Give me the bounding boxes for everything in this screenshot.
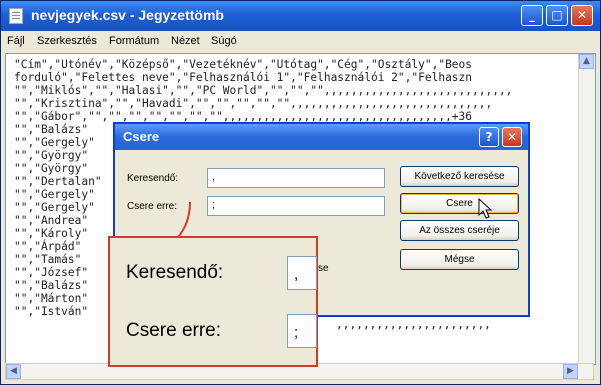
window-titlebar[interactable]: nevjegyek.csv - Jegyzettömb _ □ ✕ [1, 1, 600, 31]
text-line: "","Gergely" [14, 188, 95, 201]
text-line: "","Márton" [14, 292, 89, 305]
close-button[interactable]: ✕ [571, 5, 593, 26]
menu-bar: Fájl Szerkesztés Formátum Nézet Súgó [1, 31, 600, 51]
text-line: forduló","Felettes neve","Felhasználói 1… [14, 71, 473, 84]
text-line: "","Árpád" [14, 240, 82, 253]
dialog-title: Csere [123, 129, 160, 144]
zoom-find-label: Keresendő: [126, 262, 224, 283]
zoom-replace-label: Csere erre: [126, 320, 222, 341]
menu-file[interactable]: Fájl [7, 35, 25, 47]
menu-view[interactable]: Nézet [171, 35, 200, 47]
scroll-up-icon[interactable]: ▲ [579, 54, 594, 69]
text-line: "","Balázs" [14, 123, 89, 136]
replace-all-button[interactable]: Az összes cseréje [400, 220, 519, 241]
find-next-button[interactable]: Következő keresése [400, 166, 519, 187]
text-line: "","Tamás" [14, 253, 82, 266]
help-button[interactable]: ? [479, 127, 499, 147]
replace-button[interactable]: Csere [400, 193, 519, 214]
text-line: "","József" [14, 266, 89, 279]
text-line: "","Balázs" [14, 279, 89, 292]
zoom-replace-input: ; [287, 314, 317, 348]
maximize-button[interactable]: □ [546, 5, 568, 26]
text-line: "","Andrea" [14, 214, 89, 227]
scroll-left-icon[interactable]: ◀ [6, 364, 21, 379]
text-line: "","György" [14, 149, 89, 162]
cancel-button[interactable]: Mégse [400, 249, 519, 270]
text-line: "","Gergely" [14, 136, 95, 149]
menu-format[interactable]: Formátum [109, 35, 159, 47]
text-line: "Cím","Utónév","Középső","Vezetéknév","U… [14, 58, 473, 71]
find-input[interactable]: , [207, 168, 385, 188]
notepad-icon [9, 8, 23, 24]
text-line: "","Károly" [14, 227, 89, 240]
dialog-close-button[interactable]: ✕ [502, 127, 522, 147]
text-line: "","György" [14, 162, 89, 175]
mouse-pointer-icon [478, 198, 492, 219]
minimize-button[interactable]: _ [521, 5, 543, 26]
text-line: "","Dertalan" [14, 175, 102, 188]
text-line: "","István" [14, 305, 89, 318]
dialog-peek-text: se [318, 263, 329, 274]
scroll-right-icon[interactable]: ▶ [563, 364, 578, 379]
dialog-titlebar[interactable]: Csere ? ✕ [115, 124, 528, 150]
text-line: "","Gergely" [14, 201, 95, 214]
text-line: "","Krisztina","","Havadi","","","","","… [14, 97, 493, 110]
find-label: Keresendő: [127, 173, 179, 184]
text-line: "","Miklós","","Halasi","","PC World",""… [14, 84, 513, 97]
window-title: nevjegyek.csv - Jegyzettömb [31, 7, 224, 23]
vertical-scrollbar[interactable]: ▲ [578, 54, 595, 364]
zoom-callout: Keresendő: , Csere erre: ; [108, 236, 318, 367]
menu-help[interactable]: Súgó [211, 35, 237, 47]
menu-edit[interactable]: Szerkesztés [37, 35, 97, 47]
text-line-tail: ,,,,,,,,,,,,,,,,,,,,,,, [336, 318, 491, 331]
zoom-find-input: , [287, 256, 317, 290]
replace-input[interactable]: ; [207, 196, 385, 216]
